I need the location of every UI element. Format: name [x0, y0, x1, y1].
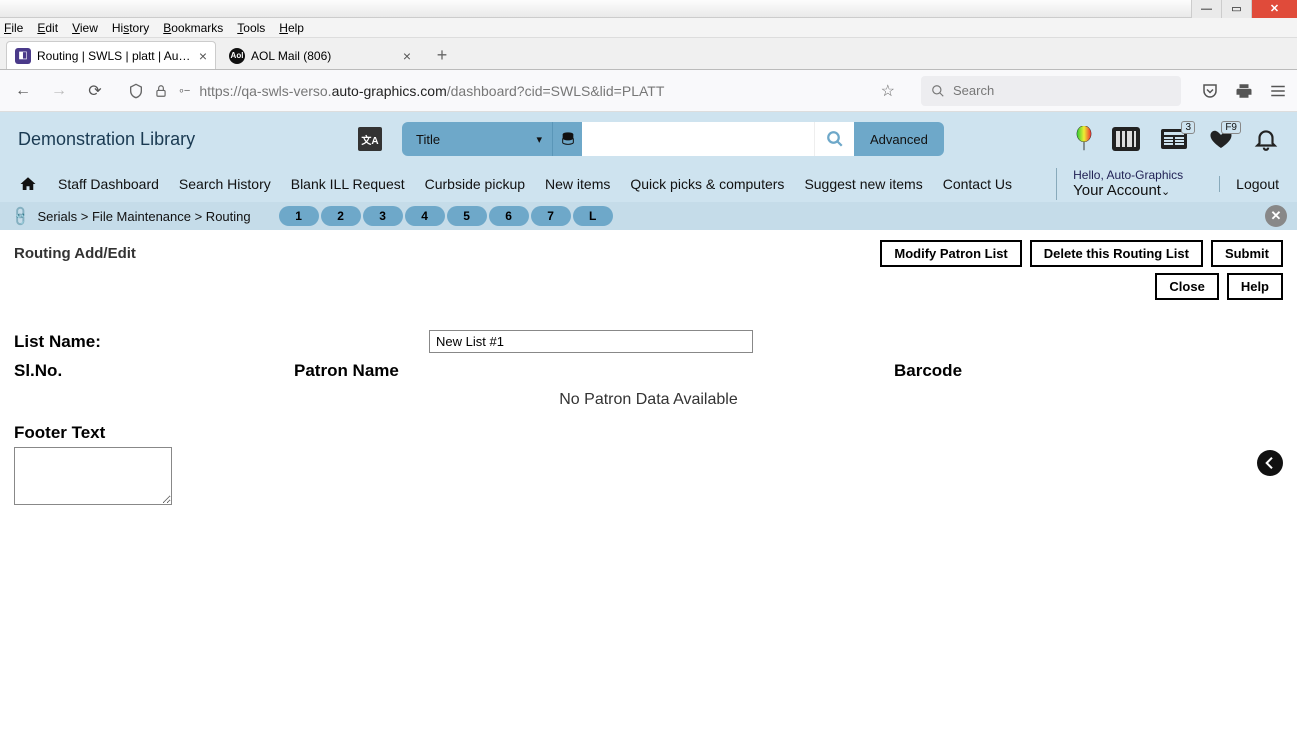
account-block: Hello, Auto-Graphics Your Account⌄	[1056, 168, 1183, 200]
hello-text: Hello, Auto-Graphics	[1073, 168, 1183, 182]
menu-tools[interactable]: Tools	[237, 21, 265, 35]
nav-back-button[interactable]: ←	[10, 78, 36, 104]
your-account-dropdown[interactable]: Your Account⌄	[1073, 182, 1183, 200]
step-4[interactable]: 4	[405, 206, 445, 226]
tab-label: Routing | SWLS | platt | Auto-Gr	[37, 49, 193, 63]
step-l[interactable]: L	[573, 206, 613, 226]
breadcrumb-close-icon[interactable]: ✕	[1265, 205, 1287, 227]
list-name-label: List Name:	[14, 332, 429, 352]
col-patron: Patron Name	[294, 361, 894, 381]
delete-routing-list-button[interactable]: Delete this Routing List	[1030, 240, 1203, 267]
menu-edit[interactable]: Edit	[37, 21, 58, 35]
bell-icon[interactable]	[1253, 126, 1279, 152]
col-slno: Sl.No.	[14, 361, 294, 381]
favorites-icon[interactable]: F9	[1207, 127, 1235, 151]
menu-bookmarks[interactable]: Bookmarks	[163, 21, 223, 35]
database-icon[interactable]	[552, 122, 582, 156]
page-title: Routing Add/Edit	[14, 245, 136, 262]
catalog-search: Title Advanced	[402, 122, 944, 156]
url-text: https://qa-swls-verso.auto-graphics.com/…	[199, 83, 864, 99]
nav-new-items[interactable]: New items	[545, 176, 610, 192]
tab-aol[interactable]: Aol AOL Mail (806) ×	[220, 41, 420, 69]
logout-link[interactable]: Logout	[1219, 176, 1279, 192]
page-content: Routing Add/Edit Modify Patron List Dele…	[0, 230, 1297, 737]
tab-routing[interactable]: ◧ Routing | SWLS | platt | Auto-Gr ×	[6, 41, 216, 69]
tab-label: AOL Mail (806)	[251, 49, 397, 63]
lock-icon	[154, 84, 168, 98]
nav-suggest[interactable]: Suggest new items	[804, 176, 922, 192]
breadcrumb-bar: 🔗 Serials > File Maintenance > Routing 1…	[0, 202, 1297, 230]
search-type-label: Title	[416, 132, 440, 147]
tab-favicon: Aol	[229, 48, 245, 64]
menu-view[interactable]: View	[72, 21, 98, 35]
library-name: Demonstration Library	[18, 129, 338, 150]
search-icon	[931, 84, 945, 98]
fav-badge: F9	[1221, 121, 1241, 134]
print-icon[interactable]	[1235, 82, 1253, 100]
step-5[interactable]: 5	[447, 206, 487, 226]
menu-help[interactable]: Help	[279, 21, 304, 35]
advanced-search-button[interactable]: Advanced	[854, 122, 944, 156]
tab-close-icon[interactable]: ×	[199, 48, 207, 64]
list-name-input[interactable]	[429, 330, 753, 353]
step-indicators: 1 2 3 4 5 6 7 L	[279, 206, 613, 226]
footer-text-input[interactable]	[14, 447, 172, 505]
back-circle-button[interactable]	[1257, 450, 1283, 476]
chevron-down-icon: ⌄	[1161, 186, 1170, 198]
nav-curbside[interactable]: Curbside pickup	[425, 176, 525, 192]
help-button[interactable]: Help	[1227, 273, 1283, 300]
search-placeholder: Search	[953, 83, 994, 98]
link-icon: 🔗	[9, 204, 33, 228]
nav-contact[interactable]: Contact Us	[943, 176, 1012, 192]
col-barcode: Barcode	[894, 361, 962, 381]
url-toolbar: ← → ⟳ ∘− https://qa-swls-verso.auto-grap…	[0, 70, 1297, 112]
step-3[interactable]: 3	[363, 206, 403, 226]
nav-quick-picks[interactable]: Quick picks & computers	[630, 176, 784, 192]
menu-history[interactable]: History	[112, 21, 149, 35]
permissions-icon: ∘−	[178, 84, 189, 97]
tab-strip: ◧ Routing | SWLS | platt | Auto-Gr × Aol…	[0, 38, 1297, 70]
step-7[interactable]: 7	[531, 206, 571, 226]
step-1[interactable]: 1	[279, 206, 319, 226]
nav-reload-button[interactable]: ⟳	[82, 78, 108, 104]
shield-icon	[128, 83, 144, 99]
url-field[interactable]: ∘− https://qa-swls-verso.auto-graphics.c…	[118, 81, 911, 101]
nav-forward-button[interactable]: →	[46, 78, 72, 104]
modify-patron-list-button[interactable]: Modify Patron List	[880, 240, 1021, 267]
nav-search-history[interactable]: Search History	[179, 176, 271, 192]
pocket-icon[interactable]	[1201, 82, 1219, 100]
menu-file[interactable]: File	[4, 21, 23, 35]
news-icon[interactable]: 3	[1159, 127, 1189, 151]
new-tab-button[interactable]: +	[430, 43, 454, 67]
nav-blank-ill[interactable]: Blank ILL Request	[291, 176, 405, 192]
home-icon[interactable]	[18, 175, 38, 193]
catalog-search-button[interactable]	[814, 122, 854, 156]
main-nav: Staff Dashboard Search History Blank ILL…	[0, 166, 1297, 202]
bookmark-star-icon[interactable]: ☆	[881, 81, 895, 101]
breadcrumb-text: Serials > File Maintenance > Routing	[37, 209, 250, 224]
scan-icon[interactable]	[1111, 126, 1141, 152]
submit-button[interactable]: Submit	[1211, 240, 1283, 267]
news-badge: 3	[1181, 121, 1195, 134]
window-close-button[interactable]: ✕	[1251, 0, 1297, 18]
step-6[interactable]: 6	[489, 206, 529, 226]
search-type-select[interactable]: Title	[402, 122, 552, 156]
tab-close-icon[interactable]: ×	[403, 48, 411, 64]
window-minimize-button[interactable]: —	[1191, 0, 1221, 18]
table-header: Sl.No. Patron Name Barcode	[14, 361, 1283, 381]
app-menu-icon[interactable]	[1269, 82, 1287, 100]
window-maximize-button[interactable]: ▭	[1221, 0, 1251, 18]
catalog-search-input[interactable]	[582, 122, 814, 156]
language-icon[interactable]: 文A	[358, 127, 382, 151]
footer-text-label: Footer Text	[14, 423, 1283, 443]
no-data-message: No Patron Data Available	[14, 391, 1283, 409]
browser-search-box[interactable]: Search	[921, 76, 1181, 106]
tab-favicon: ◧	[15, 48, 31, 64]
step-2[interactable]: 2	[321, 206, 361, 226]
browser-menubar: File Edit View History Bookmarks Tools H…	[0, 18, 1297, 38]
balloon-icon[interactable]	[1075, 126, 1093, 152]
nav-staff-dashboard[interactable]: Staff Dashboard	[58, 176, 159, 192]
close-button[interactable]: Close	[1155, 273, 1218, 300]
